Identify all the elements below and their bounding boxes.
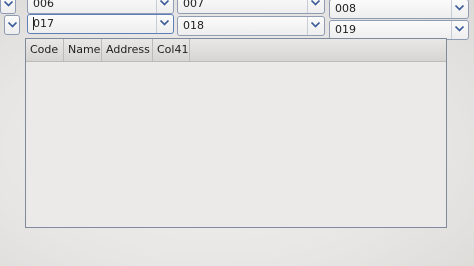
combo-value: 007 [183, 0, 204, 10]
dropdown-arrow[interactable] [307, 0, 324, 13]
dropdown-button-left-row2[interactable] [4, 15, 20, 35]
chevron-down-icon [311, 22, 320, 28]
dropdown-button-left-row1[interactable] [0, 0, 16, 14]
chevron-down-icon [311, 0, 320, 6]
text-caret [33, 17, 34, 30]
chevron-down-icon [160, 20, 169, 26]
column-header-code[interactable]: Code [26, 39, 64, 61]
grid-header: Code Name Address Col41 [26, 39, 446, 62]
combo-006[interactable]: 006 [27, 0, 174, 14]
column-header-name[interactable]: Name [64, 39, 102, 61]
column-header-col41[interactable]: Col41 [153, 39, 190, 61]
chevron-down-icon [455, 26, 464, 32]
combo-007[interactable]: 007 [177, 0, 325, 14]
chevron-down-icon [160, 0, 169, 6]
dropdown-arrow[interactable] [307, 17, 324, 35]
dropdown-arrow[interactable] [451, 0, 468, 18]
data-grid[interactable]: Code Name Address Col41 [25, 38, 447, 228]
dropdown-arrow[interactable] [451, 21, 468, 39]
combo-value: 006 [33, 0, 54, 10]
combo-008[interactable]: 008 [329, 0, 469, 19]
dropdown-arrow[interactable] [156, 15, 173, 33]
combo-value: 019 [335, 23, 356, 36]
chevron-down-icon [455, 5, 464, 11]
dropdown-arrow[interactable] [156, 0, 173, 13]
combo-value: 017 [33, 17, 54, 30]
chevron-down-icon [8, 22, 17, 28]
column-header-address[interactable]: Address [102, 39, 153, 61]
chevron-down-icon [4, 1, 13, 7]
combo-017[interactable]: 017 [27, 14, 174, 34]
combo-value: 008 [335, 2, 356, 15]
combo-018[interactable]: 018 [177, 16, 325, 36]
combo-value: 018 [183, 19, 204, 32]
combo-019[interactable]: 019 [329, 20, 469, 40]
